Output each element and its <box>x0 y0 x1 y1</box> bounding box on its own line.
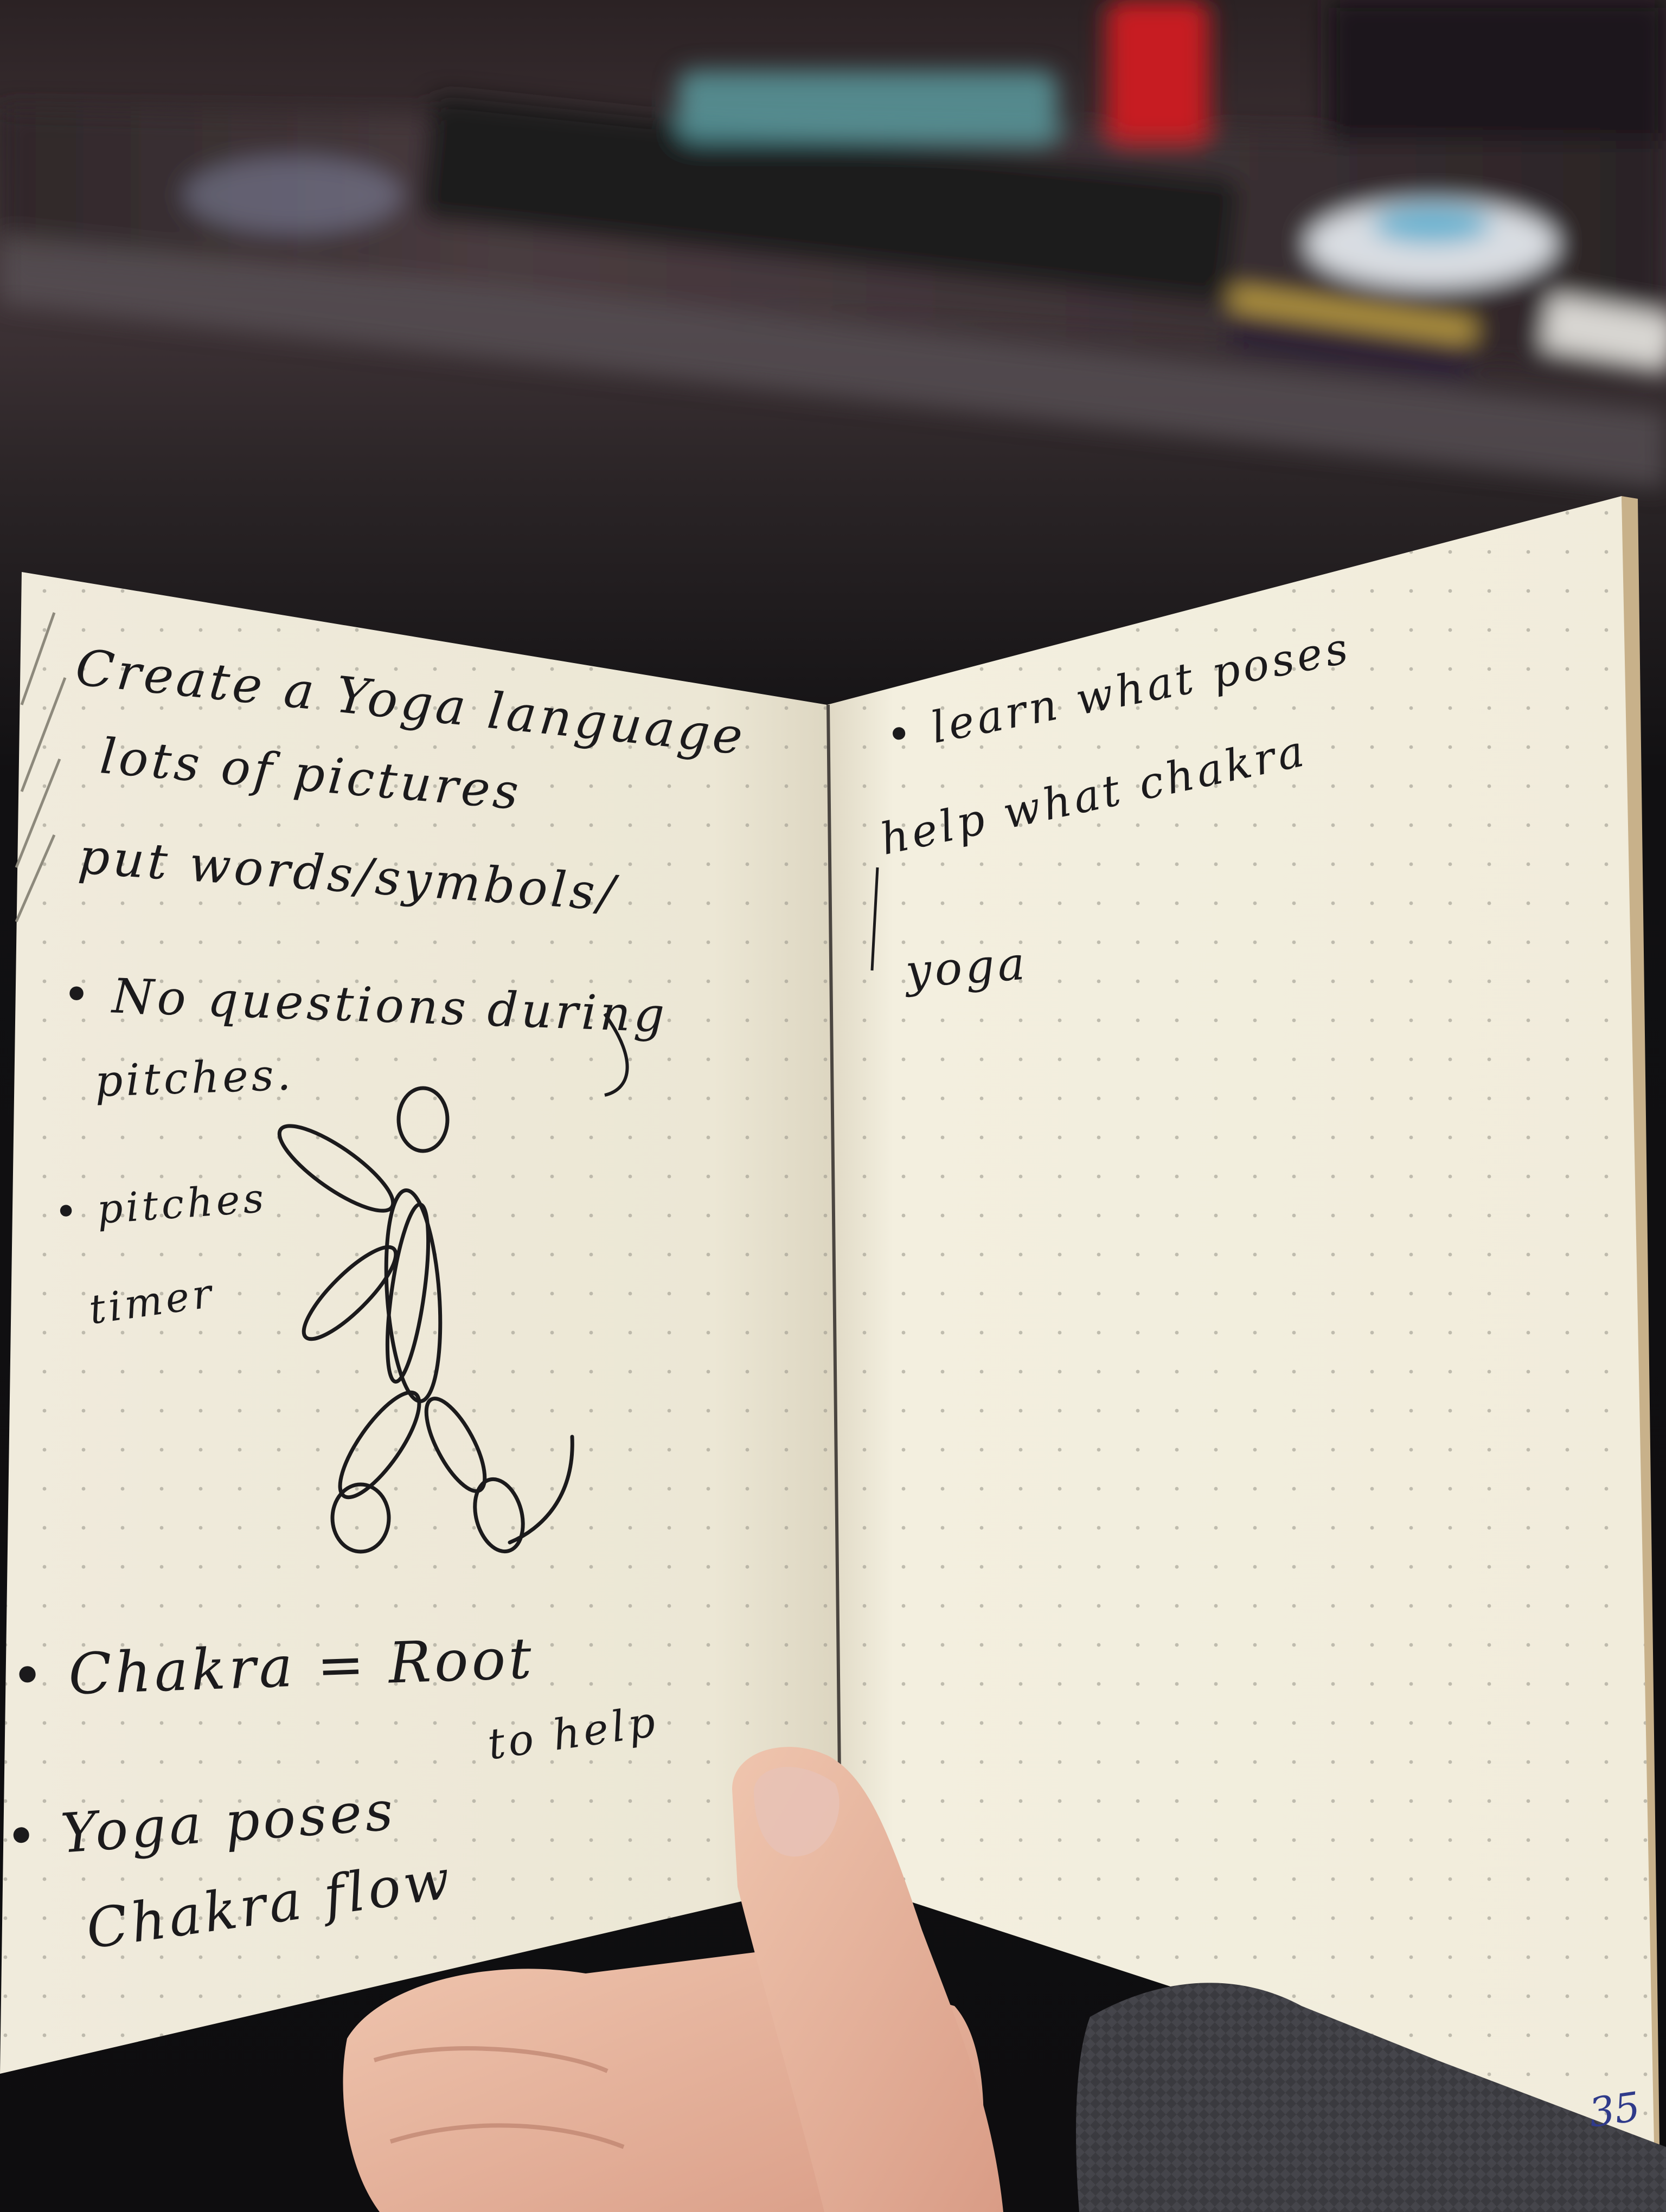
note-line-pitches: pitches. <box>94 1049 295 1107</box>
note-line-yoga: yoga <box>904 936 1030 998</box>
photo-scene: Create a Yoga language lots of pictures … <box>0 0 1666 2212</box>
note-line-chakra-root: • Chakra = Root <box>9 1625 536 1709</box>
page-number: 35 <box>1586 2083 1643 2137</box>
